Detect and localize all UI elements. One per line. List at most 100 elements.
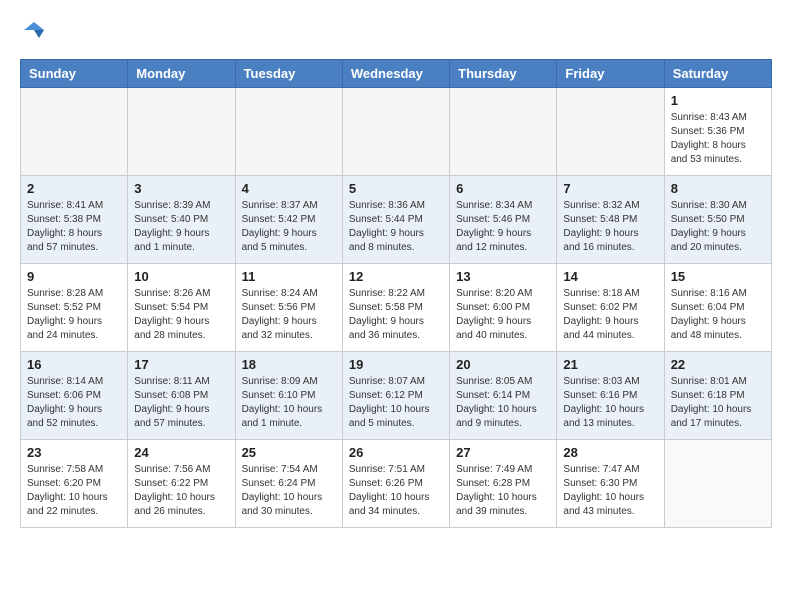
day-cell-25: 25Sunrise: 7:54 AM Sunset: 6:24 PM Dayli… [235,440,342,528]
day-cell-16: 16 Sunrise: 8:14 AM Sunset: 6:06 PM Dayli… [21,352,128,440]
day-info: Sunrise: 8:07 AM Sunset: 6:12 PM Dayligh… [349,375,443,431]
day-number: 10 [134,269,228,284]
logo [20,20,46,49]
empty-cell [128,88,235,176]
day-number: 20 [456,357,550,372]
day-info: Sunrise: 8:03 AM Sunset: 6:16 PM Dayligh… [563,375,657,431]
day-number: 21 [563,357,657,372]
empty-cell [21,88,128,176]
day-info: Sunrise: 8:30 AM Sunset: 5:50 PM Dayligh… [671,199,765,255]
day-info: Sunrise: 8:14 AM Sunset: 6:06 PM Dayligh… [27,375,121,431]
day-cell-4: 4 Sunrise: 8:37 AM Sunset: 5:42 PM Daylig… [235,176,342,264]
calendar-header-row: SundayMondayTuesdayWednesdayThursdayFrid… [21,60,772,88]
day-cell-26: 26Sunrise: 7:51 AM Sunset: 6:26 PM Dayli… [342,440,449,528]
day-cell-7: 7 Sunrise: 8:32 AM Sunset: 5:48 PM Daylig… [557,176,664,264]
day-header-wednesday: Wednesday [342,60,449,88]
day-cell-3: 3 Sunrise: 8:39 AM Sunset: 5:40 PM Daylig… [128,176,235,264]
day-info: Sunrise: 8:28 AM Sunset: 5:52 PM Dayligh… [27,287,121,343]
day-info: Sunrise: 7:51 AM Sunset: 6:26 PM Dayligh… [349,463,443,519]
day-info: Sunrise: 8:41 AM Sunset: 5:38 PM Dayligh… [27,199,121,255]
day-cell-9: 9 Sunrise: 8:28 AM Sunset: 5:52 PM Daylig… [21,264,128,352]
day-cell-6: 6 Sunrise: 8:34 AM Sunset: 5:46 PM Daylig… [450,176,557,264]
day-info: Sunrise: 8:09 AM Sunset: 6:10 PM Dayligh… [242,375,336,431]
week-row-2: 2 Sunrise: 8:41 AM Sunset: 5:38 PM Daylig… [21,176,772,264]
day-number: 5 [349,181,443,196]
day-cell-2: 2 Sunrise: 8:41 AM Sunset: 5:38 PM Daylig… [21,176,128,264]
day-info: Sunrise: 8:16 AM Sunset: 6:04 PM Dayligh… [671,287,765,343]
day-number: 12 [349,269,443,284]
day-cell-13: 13 Sunrise: 8:20 AM Sunset: 6:00 PM Dayli… [450,264,557,352]
day-info: Sunrise: 8:05 AM Sunset: 6:14 PM Dayligh… [456,375,550,431]
day-cell-11: 11Sunrise: 8:24 AM Sunset: 5:56 PM Dayli… [235,264,342,352]
day-number: 2 [27,181,121,196]
day-info: Sunrise: 7:47 AM Sunset: 6:30 PM Dayligh… [563,463,657,519]
empty-cell [235,88,342,176]
day-number: 16 [27,357,121,372]
day-info: Sunrise: 8:01 AM Sunset: 6:18 PM Dayligh… [671,375,765,431]
day-info: Sunrise: 8:22 AM Sunset: 5:58 PM Dayligh… [349,287,443,343]
day-info: Sunrise: 7:58 AM Sunset: 6:20 PM Dayligh… [27,463,121,519]
day-number: 6 [456,181,550,196]
day-info: Sunrise: 8:26 AM Sunset: 5:54 PM Dayligh… [134,287,228,343]
day-info: Sunrise: 8:43 AM Sunset: 5:36 PM Dayligh… [671,111,765,167]
day-number: 27 [456,445,550,460]
day-number: 13 [456,269,550,284]
day-cell-19: 19 Sunrise: 8:07 AM Sunset: 6:12 PM Dayli… [342,352,449,440]
day-number: 4 [242,181,336,196]
day-info: Sunrise: 8:36 AM Sunset: 5:44 PM Dayligh… [349,199,443,255]
empty-cell [342,88,449,176]
day-header-saturday: Saturday [664,60,771,88]
day-number: 9 [27,269,121,284]
day-cell-24: 24 Sunrise: 7:56 AM Sunset: 6:22 PM Dayli… [128,440,235,528]
day-info: Sunrise: 8:34 AM Sunset: 5:46 PM Dayligh… [456,199,550,255]
day-header-friday: Friday [557,60,664,88]
day-number: 25 [242,445,336,460]
logo-text [20,20,46,49]
day-number: 28 [563,445,657,460]
day-number: 22 [671,357,765,372]
day-number: 18 [242,357,336,372]
day-cell-15: 15 Sunrise: 8:16 AM Sunset: 6:04 PM Dayli… [664,264,771,352]
day-cell-20: 20 Sunrise: 8:05 AM Sunset: 6:14 PM Dayli… [450,352,557,440]
day-info: Sunrise: 8:37 AM Sunset: 5:42 PM Dayligh… [242,199,336,255]
day-cell-23: 23 Sunrise: 7:58 AM Sunset: 6:20 PM Dayli… [21,440,128,528]
day-cell-27: 27Sunrise: 7:49 AM Sunset: 6:28 PM Dayli… [450,440,557,528]
day-cell-14: 14 Sunrise: 8:18 AM Sunset: 6:02 PM Dayli… [557,264,664,352]
empty-cell [664,440,771,528]
empty-cell [450,88,557,176]
day-cell-12: 12 Sunrise: 8:22 AM Sunset: 5:58 PM Dayli… [342,264,449,352]
day-info: Sunrise: 8:11 AM Sunset: 6:08 PM Dayligh… [134,375,228,431]
day-cell-17: 17 Sunrise: 8:11 AM Sunset: 6:08 PM Dayli… [128,352,235,440]
day-cell-5: 5 Sunrise: 8:36 AM Sunset: 5:44 PM Daylig… [342,176,449,264]
day-number: 17 [134,357,228,372]
day-number: 1 [671,93,765,108]
day-info: Sunrise: 8:32 AM Sunset: 5:48 PM Dayligh… [563,199,657,255]
week-row-5: 23 Sunrise: 7:58 AM Sunset: 6:20 PM Dayli… [21,440,772,528]
day-info: Sunrise: 8:39 AM Sunset: 5:40 PM Dayligh… [134,199,228,255]
day-cell-22: 22 Sunrise: 8:01 AM Sunset: 6:18 PM Dayli… [664,352,771,440]
day-header-tuesday: Tuesday [235,60,342,88]
day-info: Sunrise: 8:20 AM Sunset: 6:00 PM Dayligh… [456,287,550,343]
day-number: 3 [134,181,228,196]
day-info: Sunrise: 7:56 AM Sunset: 6:22 PM Dayligh… [134,463,228,519]
day-header-sunday: Sunday [21,60,128,88]
page-header [20,20,772,49]
day-cell-28: 28 Sunrise: 7:47 AM Sunset: 6:30 PM Dayli… [557,440,664,528]
calendar-table: SundayMondayTuesdayWednesdayThursdayFrid… [20,59,772,528]
day-number: 19 [349,357,443,372]
day-number: 7 [563,181,657,196]
day-number: 24 [134,445,228,460]
day-info: Sunrise: 8:18 AM Sunset: 6:02 PM Dayligh… [563,287,657,343]
day-number: 23 [27,445,121,460]
week-row-1: 1 Sunrise: 8:43 AM Sunset: 5:36 PM Daylig… [21,88,772,176]
day-cell-1: 1 Sunrise: 8:43 AM Sunset: 5:36 PM Daylig… [664,88,771,176]
day-number: 14 [563,269,657,284]
day-header-monday: Monday [128,60,235,88]
day-cell-10: 10 Sunrise: 8:26 AM Sunset: 5:54 PM Dayli… [128,264,235,352]
day-number: 15 [671,269,765,284]
empty-cell [557,88,664,176]
week-row-4: 16 Sunrise: 8:14 AM Sunset: 6:06 PM Dayli… [21,352,772,440]
day-number: 8 [671,181,765,196]
week-row-3: 9 Sunrise: 8:28 AM Sunset: 5:52 PM Daylig… [21,264,772,352]
day-number: 11 [242,269,336,284]
